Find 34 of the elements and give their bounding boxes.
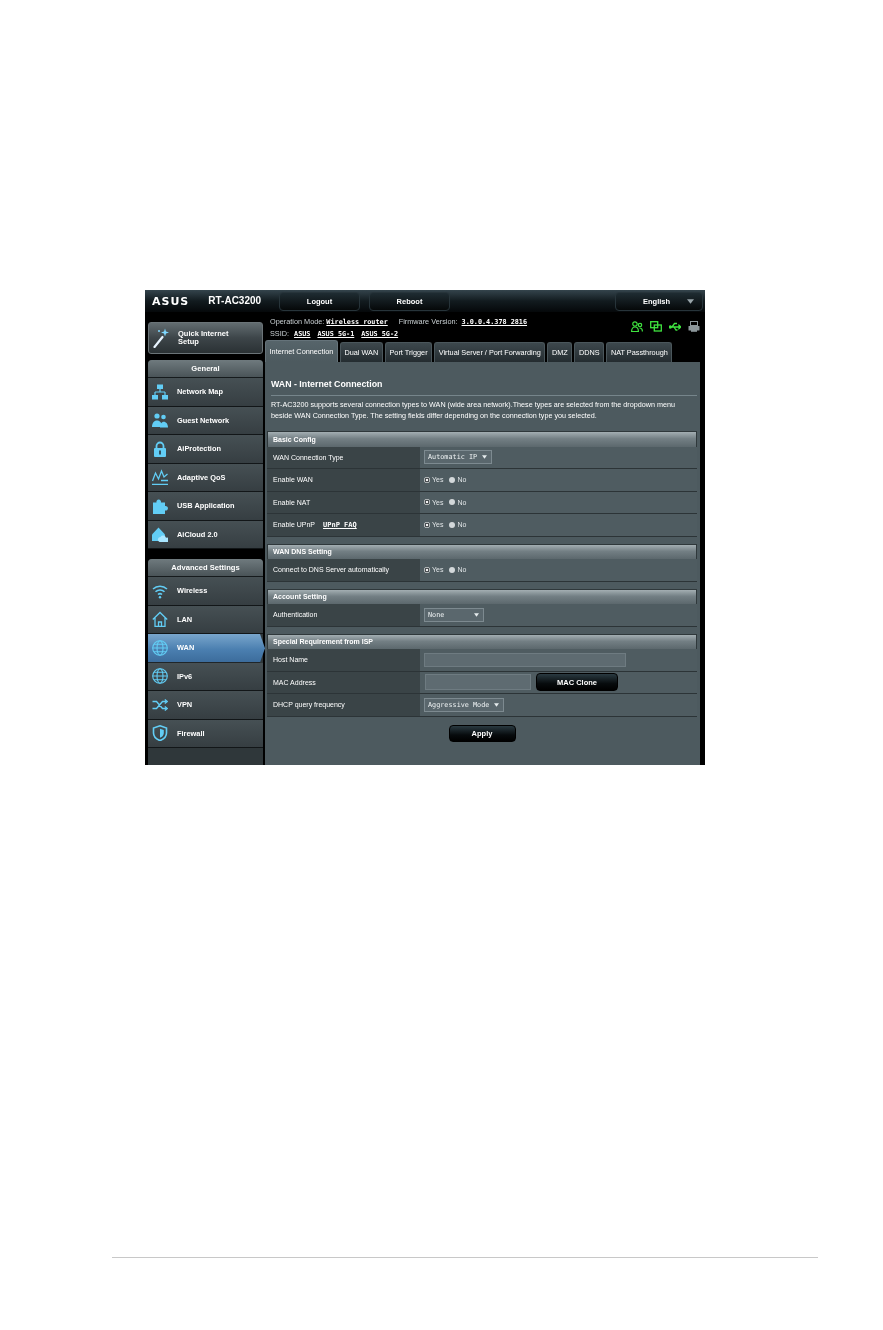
- house-cloud-icon: [152, 526, 168, 543]
- radio-button[interactable]: [449, 521, 456, 528]
- wifi-icon: [152, 582, 168, 599]
- radio-button[interactable]: [424, 566, 430, 573]
- padlock-icon: [152, 440, 168, 457]
- crossed-arrows-icon: [152, 696, 168, 713]
- radio-button[interactable]: [449, 499, 456, 506]
- globe-icon: [152, 668, 168, 685]
- caret-icon: [687, 298, 694, 304]
- puzzle-icon: [152, 497, 168, 514]
- monitors-icon[interactable]: [650, 321, 662, 332]
- radio-button[interactable]: [424, 476, 430, 483]
- radio-button[interactable]: [449, 566, 456, 573]
- chart-icon: [152, 469, 168, 486]
- logo: ASUS: [152, 294, 190, 308]
- people-icon[interactable]: [631, 321, 643, 332]
- text-field[interactable]: [425, 674, 531, 691]
- caret-icon: [482, 455, 488, 460]
- people-icon: [152, 412, 168, 429]
- radio-button[interactable]: [424, 521, 430, 528]
- usb-icon[interactable]: [669, 321, 681, 332]
- radio-button[interactable]: [424, 499, 430, 506]
- network-icon: [152, 383, 168, 400]
- house-icon: [152, 611, 168, 628]
- radio-button[interactable]: [449, 476, 456, 483]
- globe-icon: [152, 639, 168, 656]
- caret-icon: [494, 702, 500, 707]
- magic-wand-icon: [153, 328, 169, 348]
- model-name: RT-AC3200: [208, 295, 262, 307]
- page-title: WAN - Internet Connection: [271, 378, 383, 390]
- text-field[interactable]: [424, 652, 626, 667]
- shield-icon: [152, 725, 168, 742]
- printer-icon[interactable]: [688, 321, 700, 332]
- caret-icon: [474, 612, 479, 617]
